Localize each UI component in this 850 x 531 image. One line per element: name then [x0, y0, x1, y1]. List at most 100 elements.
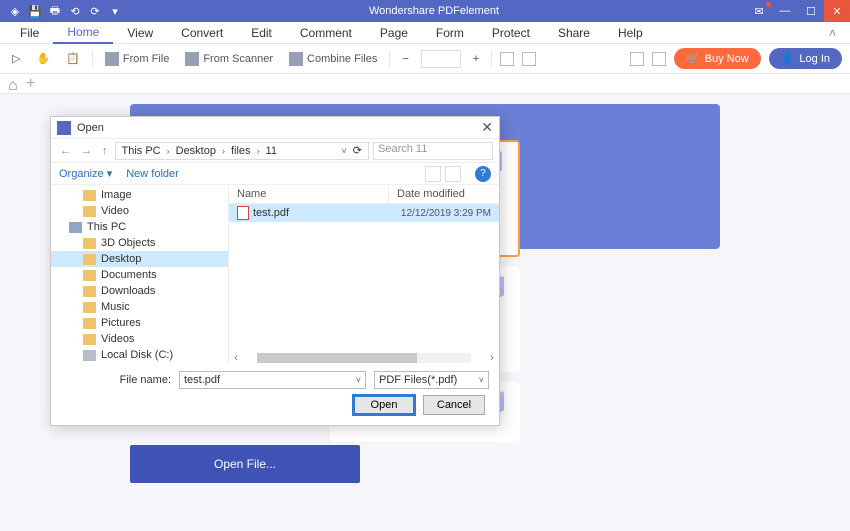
path-seg[interactable]: Desktop [174, 145, 218, 157]
zoom-input[interactable] [421, 50, 461, 68]
tree-node[interactable]: Documents [51, 267, 228, 283]
zoom-in-icon[interactable]: + [469, 51, 483, 67]
tree-node[interactable]: Pictures [51, 315, 228, 331]
folder-icon [83, 286, 96, 297]
nav-up-icon[interactable]: ↑ [99, 145, 111, 157]
folder-icon [83, 190, 96, 201]
tree-node[interactable]: Image [51, 187, 228, 203]
file-name-input[interactable]: test.pdf˅ [179, 371, 366, 389]
folder-icon [83, 302, 96, 313]
cancel-button[interactable]: Cancel [423, 395, 485, 415]
view-mode-2[interactable] [522, 52, 536, 66]
tree-node[interactable]: This PC [51, 219, 228, 235]
dialog-close-icon[interactable]: ✕ [481, 119, 493, 136]
file-list[interactable]: Name Date modified test.pdf 12/12/2019 3… [229, 185, 499, 365]
tree-node[interactable]: Video [51, 203, 228, 219]
tree-node[interactable]: Music [51, 299, 228, 315]
app-icon [57, 121, 71, 135]
help-icon[interactable]: ? [475, 166, 491, 182]
preview-pane-icon[interactable] [445, 166, 461, 182]
path-seg[interactable]: 11 [264, 145, 279, 157]
pdf-file-icon [237, 206, 249, 220]
folder-icon [83, 318, 96, 329]
new-folder-button[interactable]: New folder [126, 168, 179, 180]
path-seg[interactable]: This PC [120, 145, 163, 157]
buy-now-button[interactable]: 🛒 Buy Now [674, 48, 761, 69]
refresh-icon[interactable]: ⟳ [351, 144, 364, 157]
breadcrumb-add-icon[interactable]: + [26, 75, 35, 93]
from-file-button[interactable]: From File [101, 50, 173, 68]
scroll-left-icon[interactable]: ‹ [229, 352, 243, 364]
folder-icon [83, 238, 96, 249]
clipboard-icon[interactable]: 📋 [62, 50, 84, 67]
title-bar: ◈ 💾 🖶 ⟲ ⟳ ▾ Wondershare PDFelement ✉ — ☐… [0, 0, 850, 22]
drive-icon [83, 350, 96, 361]
window-maximize-icon[interactable]: ☐ [798, 0, 824, 22]
menu-bar: File Home View Convert Edit Comment Page… [0, 22, 850, 44]
menu-home[interactable]: Home [53, 22, 113, 44]
menu-file[interactable]: File [6, 22, 53, 44]
menu-view[interactable]: View [113, 22, 167, 44]
menu-convert[interactable]: Convert [167, 22, 237, 44]
path-dropdown-icon[interactable]: ˅ [340, 146, 349, 156]
search-input[interactable]: Search 11 [373, 142, 493, 160]
home-icon[interactable]: ⌂ [8, 77, 22, 91]
zoom-out-icon[interactable]: − [398, 51, 412, 67]
horizontal-scrollbar[interactable]: ‹ › [229, 351, 499, 365]
share-icon[interactable] [652, 52, 666, 66]
tree-node[interactable]: Downloads [51, 283, 228, 299]
scrollbar-track[interactable] [257, 353, 471, 363]
path-seg[interactable]: files [229, 145, 253, 157]
notifications-icon[interactable]: ✉ [746, 0, 772, 22]
menu-edit[interactable]: Edit [237, 22, 286, 44]
folder-icon [83, 254, 96, 265]
open-button[interactable]: Open [353, 395, 415, 415]
screenshot-icon[interactable] [630, 52, 644, 66]
file-type-filter[interactable]: PDF Files(*.pdf)˅ [374, 371, 489, 389]
dialog-options-bar: Organize ▾ New folder ? [51, 163, 499, 185]
folder-icon [83, 270, 96, 281]
organize-dropdown[interactable]: Organize ▾ [59, 167, 112, 180]
menu-protect[interactable]: Protect [478, 22, 544, 44]
undo-icon[interactable]: ⟲ [68, 4, 82, 18]
dialog-nav: ← → ↑ This PC› Desktop› files› 11 ˅ ⟳ Se… [51, 139, 499, 163]
hand-tool-icon[interactable]: ✋ [32, 50, 54, 67]
tree-node[interactable]: Videos [51, 331, 228, 347]
view-mode-1[interactable] [500, 52, 514, 66]
folder-tree[interactable]: ImageVideoThis PC3D ObjectsDesktopDocume… [51, 185, 229, 365]
save-icon[interactable]: 💾 [28, 4, 42, 18]
scroll-right-icon[interactable]: › [485, 352, 499, 364]
menu-share[interactable]: Share [544, 22, 604, 44]
open-file-button[interactable]: Open File... [130, 445, 360, 483]
from-scanner-button[interactable]: From Scanner [181, 50, 277, 68]
column-name[interactable]: Name [229, 185, 389, 203]
folder-icon [83, 206, 96, 217]
login-button[interactable]: 👤 Log In [769, 48, 842, 69]
combine-files-button[interactable]: Combine Files [285, 50, 381, 68]
tree-node[interactable]: 3D Objects [51, 235, 228, 251]
print-icon[interactable]: 🖶 [48, 4, 62, 18]
tree-node[interactable]: Local Disk (C:) [51, 347, 228, 363]
tree-node[interactable]: Desktop [51, 251, 228, 267]
column-date[interactable]: Date modified [389, 185, 473, 203]
dialog-titlebar: Open ✕ [51, 117, 499, 139]
dialog-footer: File name: test.pdf˅ PDF Files(*.pdf)˅ O… [51, 365, 499, 425]
menu-comment[interactable]: Comment [286, 22, 366, 44]
ribbon-collapse-icon[interactable]: ˄ [821, 26, 844, 40]
menu-page[interactable]: Page [366, 22, 422, 44]
redo-icon[interactable]: ⟳ [88, 4, 102, 18]
menu-help[interactable]: Help [604, 22, 657, 44]
address-bar[interactable]: This PC› Desktop› files› 11 ˅ ⟳ [115, 142, 370, 160]
view-mode-icon[interactable] [425, 166, 441, 182]
qat-dropdown-icon[interactable]: ▾ [108, 4, 122, 18]
menu-form[interactable]: Form [422, 22, 478, 44]
file-row[interactable]: test.pdf 12/12/2019 3:29 PM [229, 204, 499, 222]
folder-icon [83, 334, 96, 345]
dialog-title: Open [77, 122, 104, 134]
breadcrumb-bar: ⌂ + [0, 74, 850, 94]
nav-forward-icon[interactable]: → [78, 145, 95, 157]
nav-back-icon[interactable]: ← [57, 145, 74, 157]
window-close-icon[interactable]: ✕ [824, 0, 850, 22]
window-minimize-icon[interactable]: — [772, 0, 798, 22]
selection-tool-icon[interactable]: ▷ [8, 50, 24, 67]
